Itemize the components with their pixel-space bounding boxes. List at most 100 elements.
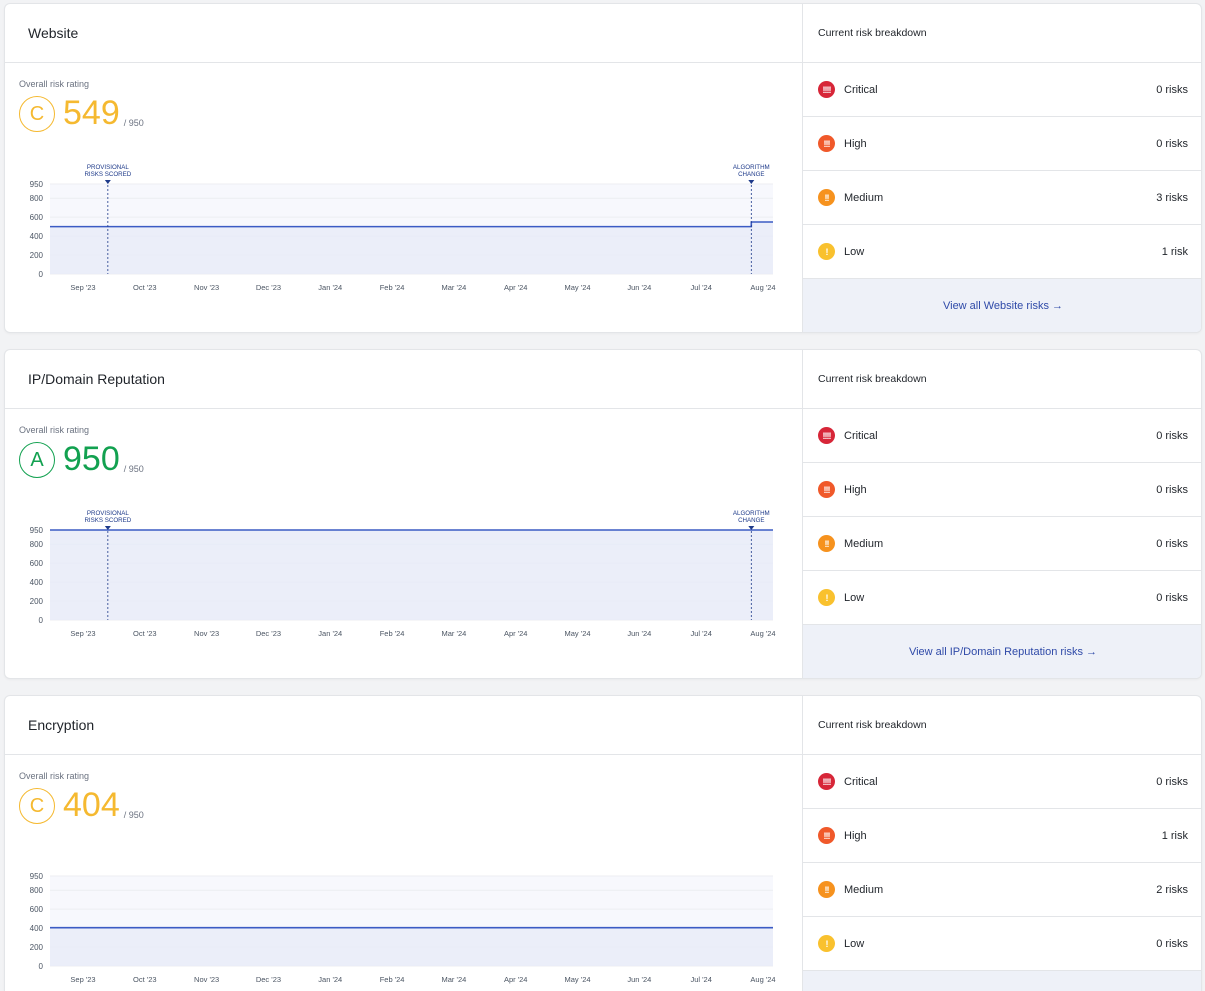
y-tick-label: 0 [39, 270, 44, 279]
high-severity-icon: !!! [818, 135, 835, 152]
score-value: 549 [63, 94, 120, 132]
risk-row-low[interactable]: ! Low 1 risk [803, 225, 1201, 279]
x-tick-label: Apr '24 [504, 629, 528, 638]
y-tick-label: 800 [30, 886, 44, 895]
x-tick-label: Jun '24 [627, 975, 651, 984]
y-tick-label: 0 [39, 962, 44, 971]
score-value: 404 [63, 786, 120, 824]
critical-severity-icon: !!!! [818, 427, 835, 444]
view-all-link[interactable]: View all Website risks → [943, 300, 1063, 312]
risk-count: 1 risk [1161, 829, 1188, 842]
risk-count: 0 risks [1156, 429, 1188, 442]
y-tick-label: 400 [30, 924, 44, 933]
y-tick-label: 950 [30, 872, 44, 881]
y-tick-label: 800 [30, 540, 44, 549]
annotation-label: CHANGE [738, 517, 764, 524]
x-tick-label: Aug '24 [750, 283, 775, 292]
annotation-label: RISKS SCORED [84, 171, 131, 178]
x-tick-label: Sep '23 [70, 975, 95, 984]
card-title: Encryption [5, 696, 802, 755]
risk-row-critical[interactable]: !!!! Critical 0 risks [803, 409, 1201, 463]
risk-card: Encryption Overall risk rating C 404 / 9… [4, 695, 1202, 991]
x-tick-label: Oct '23 [133, 975, 157, 984]
grade-badge: C [19, 788, 55, 824]
grade-badge: A [19, 442, 55, 478]
risk-level-label: Low [844, 245, 865, 258]
y-tick-label: 400 [30, 232, 44, 241]
risk-level-label: Medium [844, 537, 884, 550]
view-all-footer: View all Website risks → [803, 279, 1201, 332]
rating-panel: Encryption Overall risk rating C 404 / 9… [5, 696, 803, 991]
x-tick-label: Apr '24 [504, 283, 528, 292]
critical-severity-icon: !!!! [818, 81, 835, 98]
risk-count: 0 risks [1156, 483, 1188, 496]
breakdown-title: Current risk breakdown [803, 4, 1201, 63]
risk-row-medium[interactable]: !! Medium 2 risks [803, 863, 1201, 917]
low-severity-icon: ! [818, 243, 835, 260]
x-tick-label: May '24 [565, 975, 591, 984]
y-tick-label: 800 [30, 194, 44, 203]
x-tick-label: Mar '24 [442, 283, 467, 292]
risk-count: 0 risks [1156, 83, 1188, 96]
card-title: Website [5, 4, 802, 63]
risk-count: 0 risks [1156, 937, 1188, 950]
y-tick-label: 200 [30, 251, 44, 260]
x-tick-label: Aug '24 [750, 975, 775, 984]
score-value: 950 [63, 440, 120, 478]
rating-panel: IP/Domain Reputation Overall risk rating… [5, 350, 803, 678]
risk-count: 3 risks [1156, 191, 1188, 204]
x-tick-label: Jan '24 [318, 283, 342, 292]
risk-row-critical[interactable]: !!!! Critical 0 risks [803, 755, 1201, 809]
x-tick-label: Nov '23 [194, 283, 219, 292]
risk-count: 0 risks [1156, 537, 1188, 550]
risk-level-label: Critical [844, 83, 878, 96]
risk-row-medium[interactable]: !! Medium 3 risks [803, 171, 1201, 225]
breakdown-panel: Current risk breakdown !!!! Critical 0 r… [803, 4, 1201, 332]
risk-row-low[interactable]: ! Low 0 risks [803, 917, 1201, 971]
breakdown-panel: Current risk breakdown !!!! Critical 0 r… [803, 350, 1201, 678]
rating-label: Overall risk rating [19, 425, 90, 435]
risk-row-low[interactable]: ! Low 0 risks [803, 571, 1201, 625]
y-tick-label: 0 [39, 616, 44, 625]
risk-level-label: Medium [844, 191, 884, 204]
y-tick-label: 950 [30, 526, 44, 535]
risk-row-high[interactable]: !!! High 1 risk [803, 809, 1201, 863]
y-tick-label: 600 [30, 559, 44, 568]
x-tick-label: Dec '23 [256, 283, 281, 292]
x-tick-label: May '24 [565, 629, 591, 638]
high-severity-icon: !!! [818, 481, 835, 498]
y-tick-label: 200 [30, 597, 44, 606]
rating-label: Overall risk rating [19, 79, 90, 89]
x-tick-label: Jul '24 [690, 975, 711, 984]
y-tick-label: 600 [30, 213, 44, 222]
risk-level-label: High [844, 137, 867, 150]
risk-row-high[interactable]: !!! High 0 risks [803, 463, 1201, 517]
x-tick-label: Oct '23 [133, 629, 157, 638]
y-tick-label: 950 [30, 180, 44, 189]
rating-panel: Website Overall risk rating C 549 / 950 … [5, 4, 803, 332]
risk-row-high[interactable]: !!! High 0 risks [803, 117, 1201, 171]
risk-card: Website Overall risk rating C 549 / 950 … [4, 3, 1202, 333]
breakdown-panel: Current risk breakdown !!!! Critical 0 r… [803, 696, 1201, 991]
y-tick-label: 600 [30, 905, 44, 914]
score-history-chart: 950 800 600 400 200 0 Sep '23 Oct '23 Nov '23 Dec… [30, 164, 776, 292]
x-tick-label: Feb '24 [380, 629, 405, 638]
x-tick-label: Feb '24 [380, 975, 405, 984]
risk-level-label: High [844, 829, 867, 842]
risk-row-medium[interactable]: !! Medium 0 risks [803, 517, 1201, 571]
series-area [50, 530, 773, 620]
annotation-marker [104, 180, 111, 184]
low-severity-icon: ! [818, 589, 835, 606]
x-tick-label: May '24 [565, 283, 591, 292]
card-title: IP/Domain Reputation [5, 350, 802, 409]
risk-count: 1 risk [1161, 245, 1188, 258]
series-area [50, 927, 773, 966]
annotation-label: RISKS SCORED [84, 517, 131, 524]
x-tick-label: Dec '23 [256, 629, 281, 638]
annotation-label: ALGORITHM [733, 510, 770, 517]
risk-row-critical[interactable]: !!!! Critical 0 risks [803, 63, 1201, 117]
x-tick-label: Sep '23 [70, 629, 95, 638]
view-all-link[interactable]: View all IP/Domain Reputation risks → [909, 646, 1097, 658]
risk-count: 2 risks [1156, 883, 1188, 896]
critical-severity-icon: !!!! [818, 773, 835, 790]
